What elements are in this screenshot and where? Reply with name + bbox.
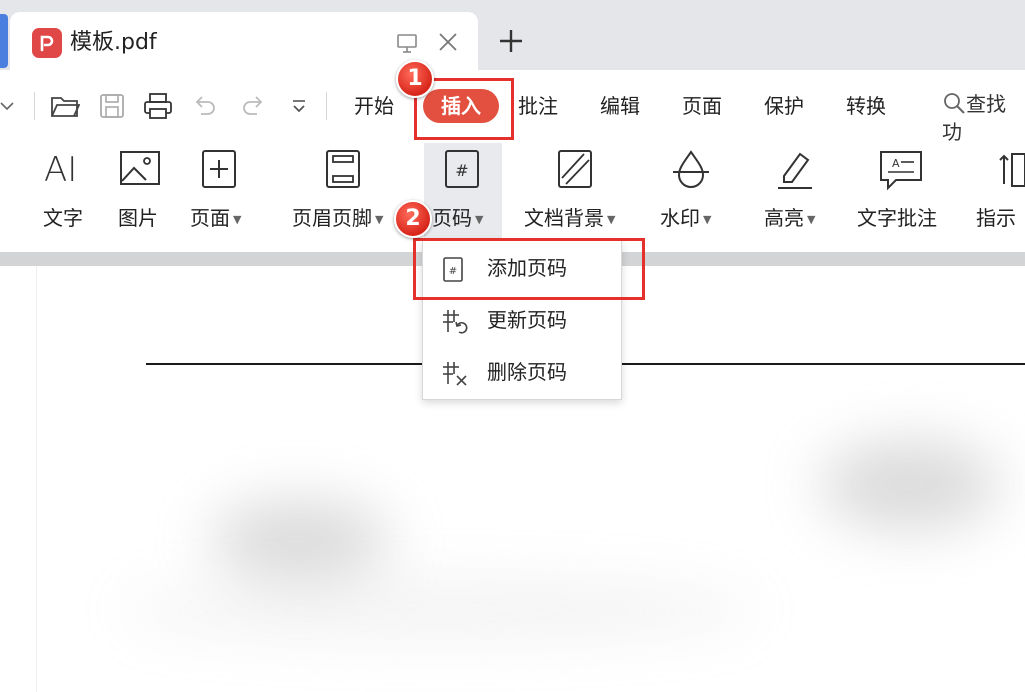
tool-page-number[interactable]: 页码 ▼ [432,204,483,234]
toolbar-divider [326,92,327,120]
pin-tab-icon[interactable] [396,32,418,58]
pointer-icon [998,148,1025,196]
close-tab-icon[interactable] [437,31,459,57]
menu-item-label: 更新页码 [487,308,567,332]
blurred-content [210,500,390,580]
save-icon[interactable] [99,92,125,124]
update-page-number-icon [441,308,469,340]
tool-header-footer[interactable]: 页眉页脚 ▼ [292,204,383,234]
tab-title: 模板.pdf [70,30,157,55]
step-badge-2: 2 [394,200,432,238]
tool-image[interactable]: 图片 [118,204,158,232]
header-footer-icon [324,148,364,196]
open-folder-icon[interactable] [50,92,81,124]
blurred-content [820,440,1000,530]
menu-tab-protect[interactable]: 保护 [764,92,804,120]
search-function[interactable]: 查找功 [942,90,1025,146]
menu-item-label: 删除页码 [487,360,567,384]
step-badge-1: 1 [396,60,434,98]
undo-icon[interactable] [192,92,218,124]
page-number-icon: # [443,148,483,196]
redo-icon[interactable] [240,92,266,124]
tool-highlight[interactable]: 高亮 ▼ [764,204,815,234]
tool-text-comment[interactable]: 文字批注 [857,204,937,232]
delete-page-number-icon [441,360,469,392]
menu-tab-convert[interactable]: 转换 [846,92,886,120]
menu-tab-start[interactable]: 开始 [354,92,394,120]
collapse-chevron-icon[interactable] [0,98,14,117]
tool-page[interactable]: 页面 ▼ [190,204,241,234]
blurred-content [120,580,760,640]
menu-tab-page[interactable]: 页面 [682,92,722,120]
callout-highlight-add-page-number [413,238,645,300]
window-accent-bar [0,14,8,68]
background-icon [556,148,596,196]
add-page-icon [200,148,240,196]
pdf-file-icon [32,28,62,58]
menu-item-delete-page-number[interactable]: 删除页码 [423,349,621,395]
tool-pointer[interactable]: 指示 [976,204,1016,232]
customize-toolbar-icon[interactable] [290,92,308,124]
svg-text:A: A [892,157,900,170]
new-tab-icon[interactable] [498,28,524,58]
tool-text[interactable]: 文字 [43,204,83,232]
menu-tab-comment[interactable]: 批注 [518,92,558,120]
toolbar-divider [34,92,35,120]
tool-watermark[interactable]: 水印 ▼ [660,204,711,234]
menu-tab-edit[interactable]: 编辑 [600,92,640,120]
svg-text:#: # [455,161,468,180]
watermark-icon [670,148,712,196]
search-icon [944,93,965,114]
print-icon[interactable] [143,92,173,124]
text-comment-icon: A [878,148,924,196]
menu-item-update-page-number[interactable]: 更新页码 [423,297,621,343]
highlight-icon [774,148,816,196]
tool-background[interactable]: 文档背景 ▼ [524,204,615,234]
image-icon [118,148,162,194]
text-tool-icon: AI [44,150,78,190]
